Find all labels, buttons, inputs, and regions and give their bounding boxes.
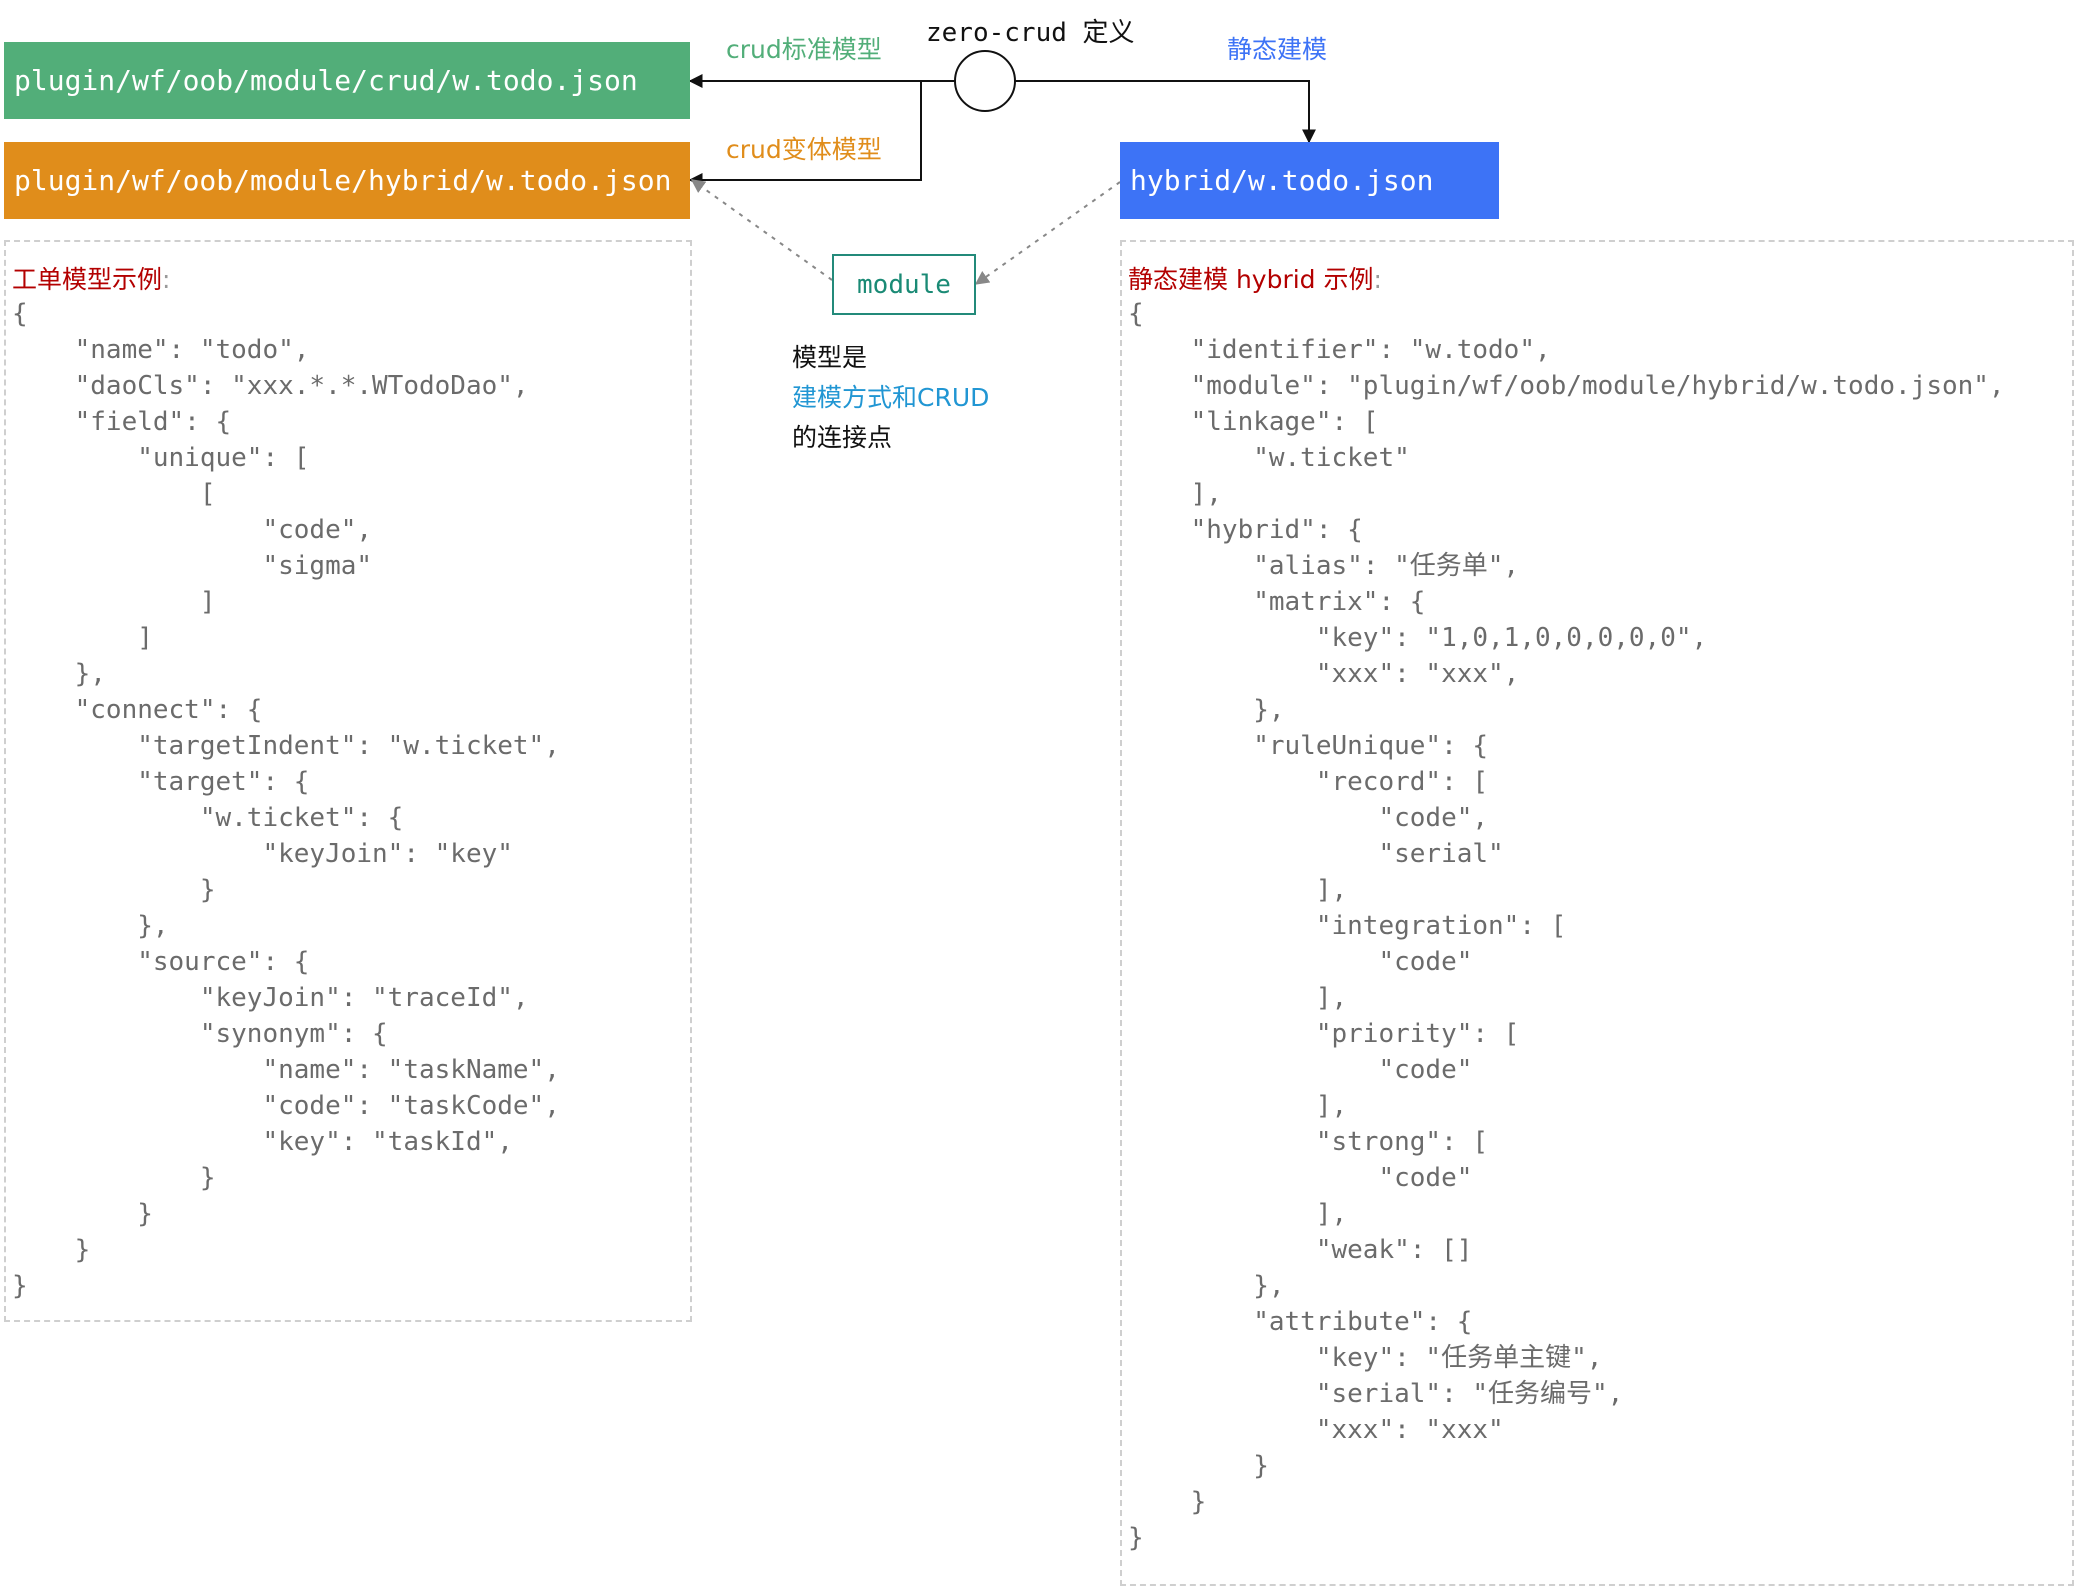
left-panel-title: 工单模型示例:: [12, 260, 170, 296]
right-panel-title-colon: :: [1373, 265, 1382, 294]
note-line-1: 模型是: [792, 343, 868, 372]
left-json-code: { "name": "todo", "daoCls": "xxx.*.*.WTo…: [12, 299, 560, 1301]
static-hybrid-node: hybrid/w.todo.json: [1120, 142, 1499, 219]
crud-model-node: plugin/wf/oob/module/crud/w.todo.json: [4, 42, 690, 119]
zero-crud-circle: [954, 50, 1016, 112]
edge-to-static: [1015, 80, 1316, 144]
module-note: 模型是 建模方式和CRUD 的连接点: [792, 338, 989, 458]
edge-static-to-module: [974, 181, 1121, 285]
right-panel-title: 静态建模 hybrid 示例:: [1128, 260, 1382, 296]
hybrid-model-node: plugin/wf/oob/module/hybrid/w.todo.json: [4, 142, 690, 219]
edge-module-to-hybrid: [690, 179, 833, 281]
crud-standard-label: crud标准模型: [726, 35, 882, 64]
note-line-3: 的连接点: [792, 423, 893, 452]
static-modeling-label: 静态建模: [1227, 35, 1328, 64]
left-panel-title-colon: :: [162, 265, 171, 294]
right-panel-title-text: 静态建模 hybrid 示例: [1128, 265, 1374, 294]
crud-variant-label: crud变体模型: [726, 135, 882, 164]
right-json-code: { "identifier": "w.todo", "module": "plu…: [1128, 299, 2005, 1553]
zero-crud-label: zero-crud 定义: [926, 18, 1135, 48]
note-line-2: 建模方式和CRUD: [792, 383, 990, 412]
module-node: module: [832, 254, 976, 315]
left-panel-title-text: 工单模型示例: [12, 265, 163, 294]
